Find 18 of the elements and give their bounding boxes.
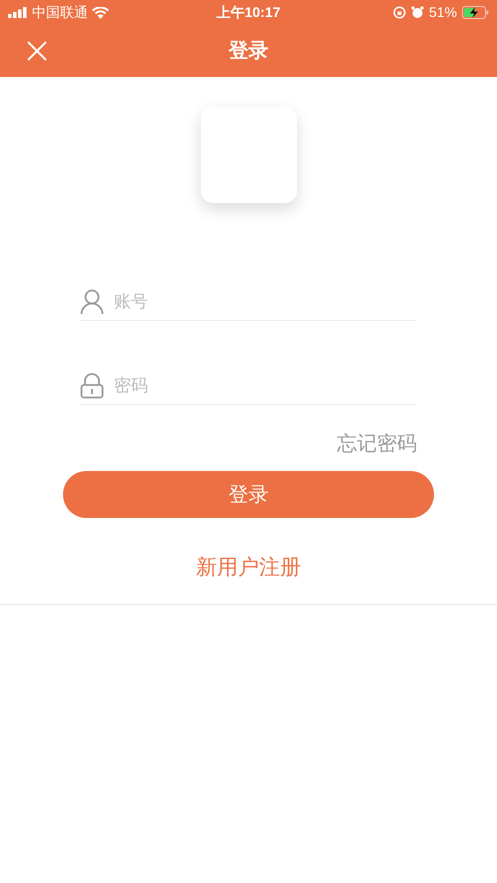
signal-icon	[8, 7, 28, 18]
account-field[interactable]: 账号	[114, 288, 417, 314]
page-title: 登录	[228, 39, 268, 64]
user-icon	[80, 288, 104, 314]
close-icon	[26, 40, 48, 62]
battery-charging-icon	[462, 6, 489, 19]
status-time: 上午10:17	[216, 4, 280, 20]
lock-icon	[80, 372, 104, 398]
rotation-lock-icon	[392, 6, 406, 19]
register-link[interactable]: 新用户注册	[196, 552, 301, 584]
forgot-password-link[interactable]: 忘记密码	[337, 429, 417, 459]
login-button[interactable]: 登录	[63, 471, 434, 518]
wifi-icon	[92, 6, 109, 18]
battery-percentage: 51%	[428, 3, 457, 22]
close-button[interactable]	[26, 40, 48, 62]
password-field[interactable]: 密码	[114, 372, 417, 398]
alarm-icon	[410, 6, 424, 19]
carrier-name: 中国联通	[32, 3, 88, 22]
